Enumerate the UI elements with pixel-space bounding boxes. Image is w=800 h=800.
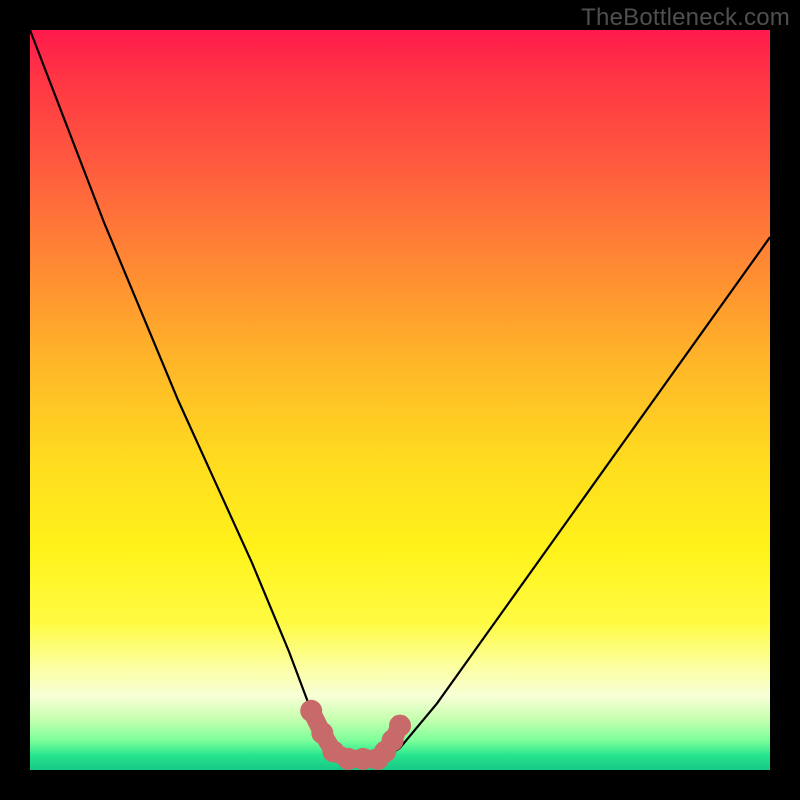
bottleneck-curve — [30, 30, 770, 763]
plot-area — [30, 30, 770, 770]
highlight-point — [389, 715, 411, 737]
chart-frame: TheBottleneck.com — [0, 0, 800, 800]
watermark-text: TheBottleneck.com — [581, 4, 790, 32]
bottleneck-curve-svg — [30, 30, 770, 770]
highlight-point — [311, 722, 333, 744]
highlighted-points-group — [300, 700, 411, 770]
highlight-point — [300, 700, 322, 722]
